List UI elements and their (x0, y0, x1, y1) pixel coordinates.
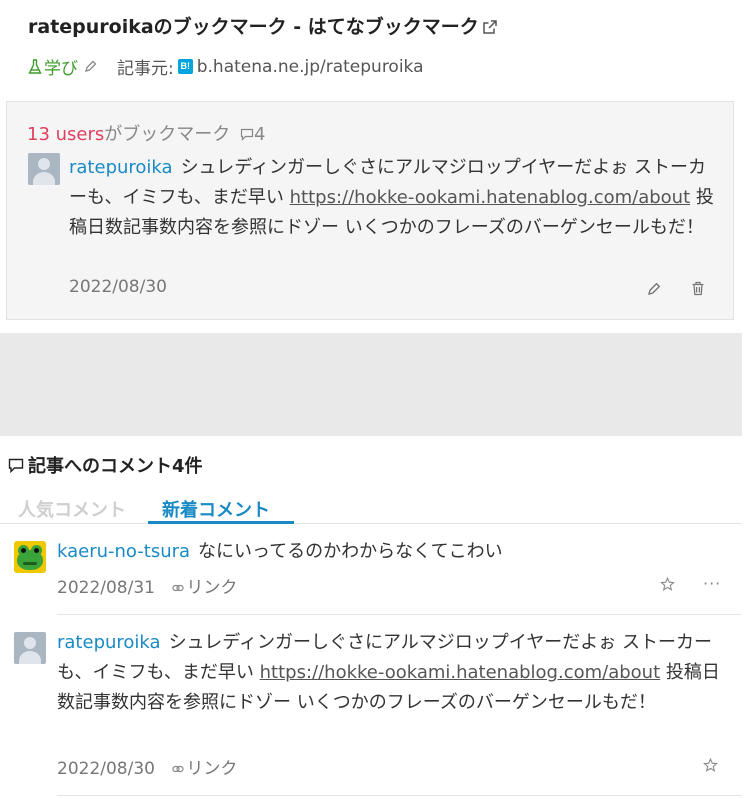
comment-divider (57, 795, 742, 796)
profile-url-link[interactable]: https://hokke-ookami.hatenablog.com/abou… (260, 662, 661, 683)
comment-text: kaeru-no-tsura なにいってるのかわからなくてこわい (57, 537, 727, 567)
comment-date[interactable]: 2022/08/30 (57, 759, 155, 779)
trash-icon[interactable] (691, 281, 705, 296)
comments-heading: 記事へのコメント4件 (8, 452, 203, 478)
username-link[interactable]: kaeru-no-tsura (57, 541, 190, 562)
comment-tabs: 人気コメント 新着コメント (0, 490, 742, 524)
users-line: 13 usersがブックマーク 4 (27, 120, 265, 146)
tab-popular-comments[interactable]: 人気コメント (18, 496, 126, 522)
comment-item: ratepuroika シュレディンガーしぐさにアルマジロップイヤーだよぉ ストー… (0, 628, 742, 788)
tab-new-comments[interactable]: 新着コメント (162, 496, 270, 522)
link-label[interactable]: リンク (186, 578, 237, 598)
avatar[interactable] (14, 632, 46, 664)
comment-icon (240, 128, 254, 141)
comment-divider (57, 614, 742, 615)
permalink[interactable]: リンク (172, 578, 237, 598)
link-icon (172, 765, 184, 773)
comments-heading-text: 記事へのコメント4件 (28, 456, 203, 477)
pencil-icon[interactable] (647, 282, 661, 296)
link-label[interactable]: リンク (186, 759, 237, 779)
profile-url-link[interactable]: https://hokke-ookami.hatenablog.com/abou… (290, 187, 691, 208)
comment-date[interactable]: 2022/08/31 (57, 578, 155, 598)
entry-title[interactable]: ratepuroikaのブックマーク - はてなブックマーク (28, 14, 738, 40)
my-bookmark-panel: 13 usersがブックマーク 4 ratepuroika シュレディンガーしぐさ… (6, 101, 734, 320)
users-suffix: がブックマーク (104, 124, 231, 145)
source-label: 記事元: (117, 59, 174, 79)
comment-body: なにいってるのかわからなくてこわい (198, 541, 503, 562)
comment-text: ratepuroika シュレディンガーしぐさにアルマジロップイヤーだよぉ ストー… (57, 628, 727, 718)
entry-title-text[interactable]: ratepuroikaのブックマーク - はてなブックマーク (28, 16, 479, 38)
separator-band (0, 333, 742, 436)
users-count-link[interactable]: 13 users (27, 124, 104, 145)
username-link[interactable]: ratepuroika (57, 632, 161, 653)
comment-meta: 2022/08/31 リンク (57, 573, 237, 598)
edit-category-pencil-icon[interactable] (84, 60, 97, 73)
star-icon[interactable] (660, 577, 675, 592)
avatar[interactable] (14, 541, 46, 573)
comment-icon (8, 458, 24, 473)
star-icon[interactable] (703, 758, 718, 773)
entry-meta: 学び 記事元: B! b.hatena.ne.jp/ratepuroika (28, 54, 738, 79)
hatena-bookmark-icon: B! (177, 59, 193, 74)
comment-item: kaeru-no-tsura なにいってるのかわからなくてこわい 2022/08/… (0, 537, 742, 615)
comment-meta: 2022/08/30 リンク (57, 754, 237, 779)
avatar[interactable] (28, 153, 60, 185)
more-icon[interactable]: ··· (703, 574, 721, 593)
external-link-icon[interactable] (483, 20, 497, 34)
permalink[interactable]: リンク (172, 759, 237, 779)
source-url-link[interactable]: b.hatena.ne.jp/ratepuroika (197, 57, 424, 77)
username-link[interactable]: ratepuroika (69, 157, 173, 178)
category-label[interactable]: 学び (44, 54, 78, 79)
flask-icon (28, 58, 42, 74)
comment-count: 4 (254, 124, 266, 145)
entry-header: ratepuroikaのブックマーク - はてなブックマーク 学び 記事元: B… (28, 14, 738, 79)
my-bookmark-comment: ratepuroika シュレディンガーしぐさにアルマジロップイヤーだよぉ ストー… (69, 153, 719, 243)
link-icon (172, 584, 184, 592)
category-link[interactable]: 学び (28, 54, 78, 79)
active-tab-indicator (148, 521, 294, 524)
bookmark-date: 2022/08/30 (69, 277, 167, 297)
